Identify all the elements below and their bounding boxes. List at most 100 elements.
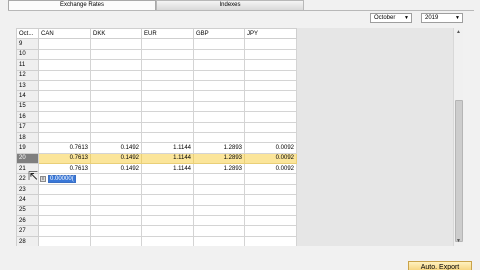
rate-cell[interactable] bbox=[141, 79, 194, 92]
row-header-day[interactable]: 28 bbox=[16, 235, 39, 246]
rate-cell[interactable] bbox=[38, 79, 91, 92]
row-header-day[interactable]: 17 bbox=[16, 121, 39, 133]
rate-cell[interactable] bbox=[38, 235, 91, 246]
row-header-day[interactable]: 24 bbox=[16, 194, 39, 206]
rate-cell[interactable]: 1.2893 bbox=[193, 163, 245, 175]
table-row[interactable]: 18 bbox=[16, 131, 297, 144]
rate-cell[interactable] bbox=[38, 100, 91, 113]
rate-cell[interactable]: 1.2893 bbox=[193, 142, 245, 154]
rate-cell[interactable] bbox=[90, 131, 142, 144]
row-header-day[interactable]: 14 bbox=[16, 90, 39, 102]
rate-cell[interactable] bbox=[90, 121, 142, 133]
row-header-day[interactable]: 19 bbox=[16, 142, 39, 154]
table-row[interactable]: 16 bbox=[16, 111, 297, 123]
rate-cell[interactable] bbox=[193, 111, 245, 123]
rate-cell[interactable] bbox=[90, 194, 142, 206]
rate-cell[interactable] bbox=[244, 235, 297, 246]
rate-cell[interactable] bbox=[193, 48, 245, 61]
rate-cell[interactable] bbox=[90, 48, 142, 61]
rate-cell[interactable] bbox=[90, 173, 142, 185]
rate-cell[interactable]: 1.1144 bbox=[141, 152, 194, 165]
rate-cell[interactable] bbox=[244, 225, 297, 237]
vertical-scrollbar[interactable]: ▲ ▼ bbox=[453, 28, 463, 246]
tab-exchange-rates[interactable]: Exchange Rates bbox=[8, 0, 156, 10]
column-header-day[interactable]: Oct... bbox=[16, 28, 39, 40]
rate-cell[interactable] bbox=[38, 215, 91, 227]
row-header-day[interactable]: 25 bbox=[16, 204, 39, 217]
rate-cell[interactable] bbox=[141, 194, 194, 206]
rate-cell[interactable] bbox=[38, 111, 91, 123]
rate-cell[interactable] bbox=[141, 48, 194, 61]
rate-cell[interactable] bbox=[90, 59, 142, 71]
rate-cell[interactable] bbox=[90, 235, 142, 246]
table-row[interactable]: 20 0.7613 0.1492 1.1144 1.2893 0.0092 bbox=[16, 152, 297, 165]
row-header-day[interactable]: 15 bbox=[16, 100, 39, 113]
rate-cell[interactable] bbox=[90, 100, 142, 113]
rate-cell[interactable]: 0.0092 bbox=[244, 142, 297, 154]
table-row[interactable]: 23 bbox=[16, 183, 297, 196]
rate-cell[interactable] bbox=[193, 225, 245, 237]
row-header-day[interactable]: 23 bbox=[16, 183, 39, 196]
rate-cell[interactable] bbox=[141, 235, 194, 246]
rate-cell[interactable] bbox=[38, 90, 91, 102]
rate-cell[interactable] bbox=[141, 131, 194, 144]
rate-cell[interactable] bbox=[38, 131, 91, 144]
rate-cell[interactable]: 0.1492 bbox=[90, 163, 142, 175]
table-row[interactable]: 26 bbox=[16, 215, 297, 227]
rate-cell[interactable] bbox=[38, 194, 91, 206]
rate-cell[interactable]: 0.7613 bbox=[38, 152, 91, 165]
table-row[interactable]: 24 bbox=[16, 194, 297, 206]
month-select[interactable]: October ▼ bbox=[370, 13, 412, 23]
row-header-day[interactable]: 9 bbox=[16, 38, 39, 50]
rate-cell[interactable] bbox=[244, 183, 297, 196]
scroll-down-icon[interactable]: ▼ bbox=[454, 237, 463, 246]
rate-cell[interactable] bbox=[90, 90, 142, 102]
rate-cell[interactable] bbox=[141, 121, 194, 133]
rate-cell[interactable] bbox=[244, 204, 297, 217]
rate-cell[interactable] bbox=[141, 90, 194, 102]
table-row[interactable]: 9 bbox=[16, 38, 297, 50]
rate-cell[interactable] bbox=[193, 38, 245, 50]
rate-cell[interactable] bbox=[38, 204, 91, 217]
rate-cell[interactable] bbox=[193, 131, 245, 144]
row-header-day[interactable]: 20 bbox=[16, 152, 39, 165]
rate-cell[interactable]: 0.1492 bbox=[90, 152, 142, 165]
table-row[interactable]: 12 bbox=[16, 69, 297, 81]
rate-cell[interactable] bbox=[90, 215, 142, 227]
table-row[interactable]: 11 bbox=[16, 59, 297, 71]
rate-cell[interactable] bbox=[90, 225, 142, 237]
rate-cell[interactable] bbox=[193, 194, 245, 206]
table-row[interactable]: 19 0.7613 0.1492 1.1144 1.2893 0.0092 bbox=[16, 142, 297, 154]
rate-cell[interactable] bbox=[193, 121, 245, 133]
rate-cell[interactable]: 1.2893 bbox=[193, 152, 245, 165]
column-header-gbp[interactable]: GBP bbox=[193, 28, 245, 40]
table-row[interactable]: 21 0.7613 0.1492 1.1144 1.2893 0.0092 bbox=[16, 163, 297, 175]
rate-cell[interactable] bbox=[38, 225, 91, 237]
rate-cell[interactable] bbox=[141, 38, 194, 50]
rate-cell[interactable] bbox=[141, 225, 194, 237]
rate-cell[interactable] bbox=[244, 69, 297, 81]
rate-cell[interactable] bbox=[244, 90, 297, 102]
table-row[interactable]: 13 bbox=[16, 79, 297, 92]
rate-cell[interactable] bbox=[141, 59, 194, 71]
rate-cell[interactable]: 0.0092 bbox=[244, 152, 297, 165]
rate-cell[interactable] bbox=[141, 100, 194, 113]
rate-cell[interactable] bbox=[193, 90, 245, 102]
rate-cell[interactable] bbox=[90, 79, 142, 92]
rate-cell[interactable] bbox=[244, 215, 297, 227]
rate-cell[interactable] bbox=[141, 204, 194, 217]
rate-cell[interactable] bbox=[141, 173, 194, 185]
row-header-day[interactable]: 27 bbox=[16, 225, 39, 237]
rate-cell[interactable] bbox=[90, 204, 142, 217]
rate-cell[interactable] bbox=[193, 215, 245, 227]
rate-cell[interactable] bbox=[38, 69, 91, 81]
rate-cell[interactable] bbox=[141, 183, 194, 196]
rate-cell[interactable]: 0.1492 bbox=[90, 142, 142, 154]
row-header-day[interactable]: 10 bbox=[16, 48, 39, 61]
row-header-day[interactable]: 18 bbox=[16, 131, 39, 144]
column-header-jpy[interactable]: JPY bbox=[244, 28, 297, 40]
rate-cell[interactable] bbox=[38, 121, 91, 133]
rate-cell-editor[interactable]: 0.00000( bbox=[48, 175, 76, 184]
rate-cell[interactable]: 1.1144 bbox=[141, 163, 194, 175]
rate-cell[interactable] bbox=[38, 183, 91, 196]
